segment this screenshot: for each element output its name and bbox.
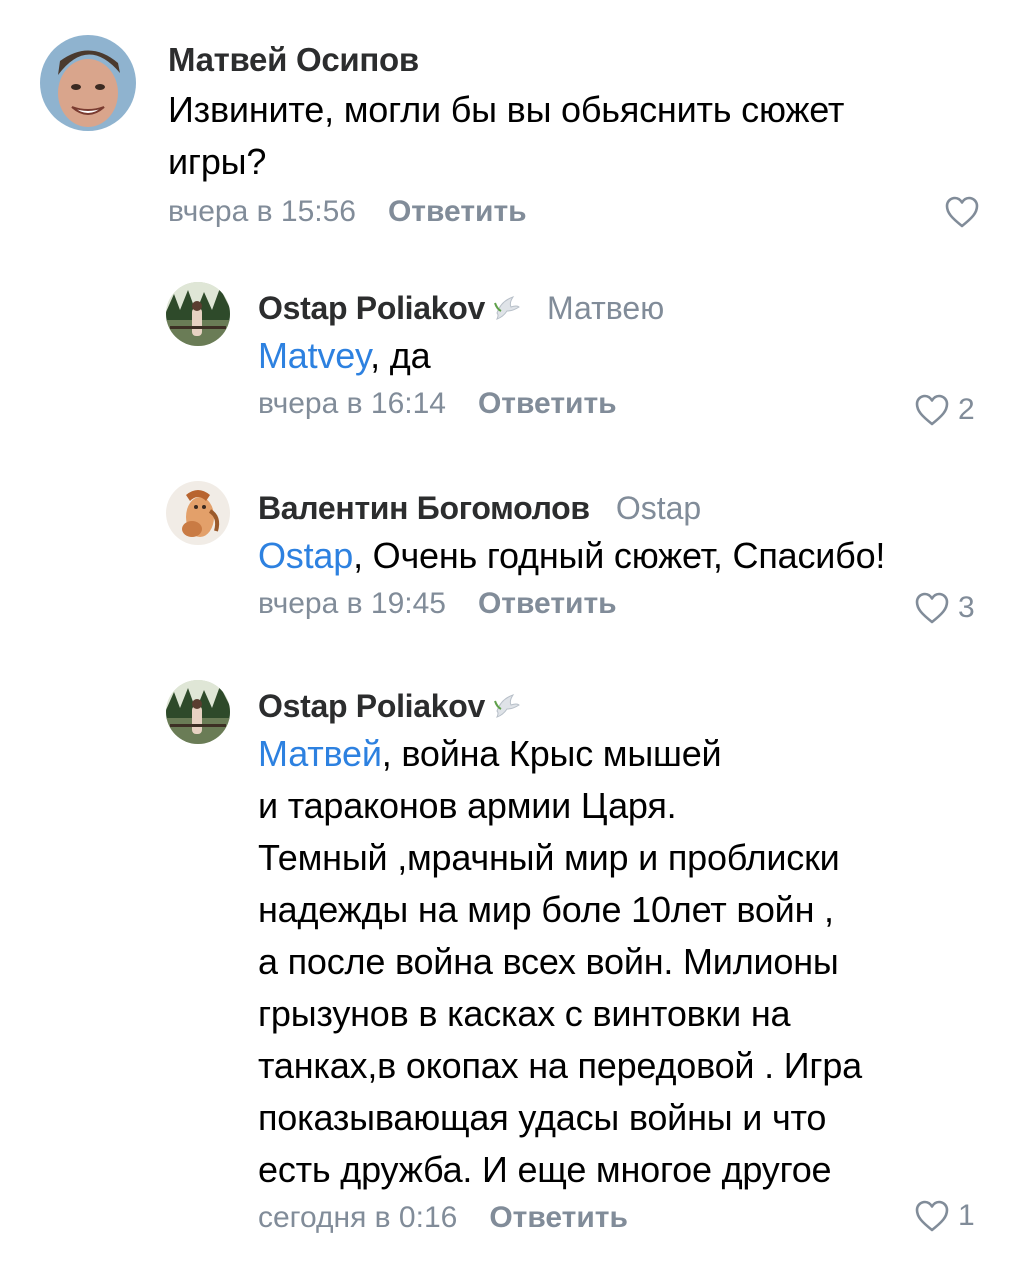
comment-author[interactable]: Ostap Poliakov <box>258 290 485 327</box>
avatar-photo <box>166 481 230 545</box>
comment-text-line: , Очень годный сюжет, Спасибо! <box>353 535 886 576</box>
dove-icon <box>494 694 520 718</box>
comment-text: Извините, могли бы вы обьяснить сюжет иг… <box>168 84 988 188</box>
mention-link[interactable]: Matvey <box>258 335 370 376</box>
comment-text-line: Темный ,мрачный мир и проблиски <box>258 837 840 878</box>
comment-time: вчера в 15:56 <box>168 195 356 228</box>
comment-author[interactable]: Валентин Богомолов <box>258 490 590 527</box>
comment-text-line: надежды на мир боле 10лет войн , <box>258 889 834 930</box>
heart-outline-icon <box>915 592 949 624</box>
comment-meta: вчера в 15:56 Ответить <box>168 190 988 234</box>
like-count: 3 <box>958 591 975 624</box>
heart-outline-icon <box>915 1200 949 1232</box>
like-count: 2 <box>958 393 975 426</box>
comment-text-line: игры? <box>168 141 267 182</box>
reply-button[interactable]: Ответить <box>478 587 617 621</box>
comment-text: Ostap, Очень годный сюжет, Спасибо! <box>258 530 998 582</box>
comment-meta: вчера в 19:45 Ответить <box>258 582 998 626</box>
comment-text: Matvey, да <box>258 330 998 382</box>
avatar-photo <box>166 282 230 346</box>
avatar-valentin[interactable] <box>166 481 230 545</box>
avatar-matvey[interactable] <box>40 35 136 131</box>
avatar-ostap[interactable] <box>166 282 230 346</box>
comment-author[interactable]: Матвей Осипов <box>168 41 419 79</box>
comment-time: вчера в 16:14 <box>258 387 446 420</box>
comment-text-line: Извините, могли бы вы обьяснить сюжет <box>168 89 845 130</box>
comment-text-line: показывающая удасы войны и что <box>258 1097 827 1138</box>
reply-button[interactable]: Ответить <box>478 387 617 421</box>
comment-text-line: грызунов в касках с винтовки на <box>258 993 791 1034</box>
comment-text: Матвей, война Крыс мышей и тараконов арм… <box>258 728 998 1196</box>
heart-outline-icon <box>945 196 979 228</box>
reply-to-name[interactable]: Матвею <box>547 290 664 327</box>
comment-time: вчера в 19:45 <box>258 587 446 620</box>
like-button[interactable]: 1 <box>914 1198 975 1234</box>
like-button[interactable]: 3 <box>914 590 975 626</box>
comment-meta: сегодня в 0:16 Ответить <box>258 1196 998 1240</box>
comment-text-line: есть дружба. И еще многое другое <box>258 1149 832 1190</box>
like-count: 1 <box>958 1199 975 1232</box>
avatar-photo <box>166 680 230 744</box>
comment-text-line: и тараконов армии Царя. <box>258 785 677 826</box>
dove-icon <box>494 296 520 320</box>
like-button[interactable]: 2 <box>914 392 975 428</box>
comment-meta: вчера в 16:14 Ответить <box>258 382 998 426</box>
comment-text-line: , да <box>370 335 431 376</box>
comment-author[interactable]: Ostap Poliakov <box>258 688 485 725</box>
comment-text-line: , война Крыс мышей <box>381 733 722 774</box>
avatar-ostap[interactable] <box>166 680 230 744</box>
reply-to-name[interactable]: Ostap <box>616 490 701 527</box>
mention-link[interactable]: Матвей <box>258 733 382 774</box>
reply-button[interactable]: Ответить <box>489 1201 628 1235</box>
reply-button[interactable]: Ответить <box>388 195 527 229</box>
avatar-photo <box>40 35 136 131</box>
mention-link[interactable]: Ostap <box>258 535 353 576</box>
comment-text-line: танках,в окопах на передовой . Игра <box>258 1045 862 1086</box>
like-button[interactable] <box>944 194 980 230</box>
comment-text-line: а после война всех войн. Милионы <box>258 941 839 982</box>
heart-outline-icon <box>915 394 949 426</box>
comment-time: сегодня в 0:16 <box>258 1201 458 1234</box>
